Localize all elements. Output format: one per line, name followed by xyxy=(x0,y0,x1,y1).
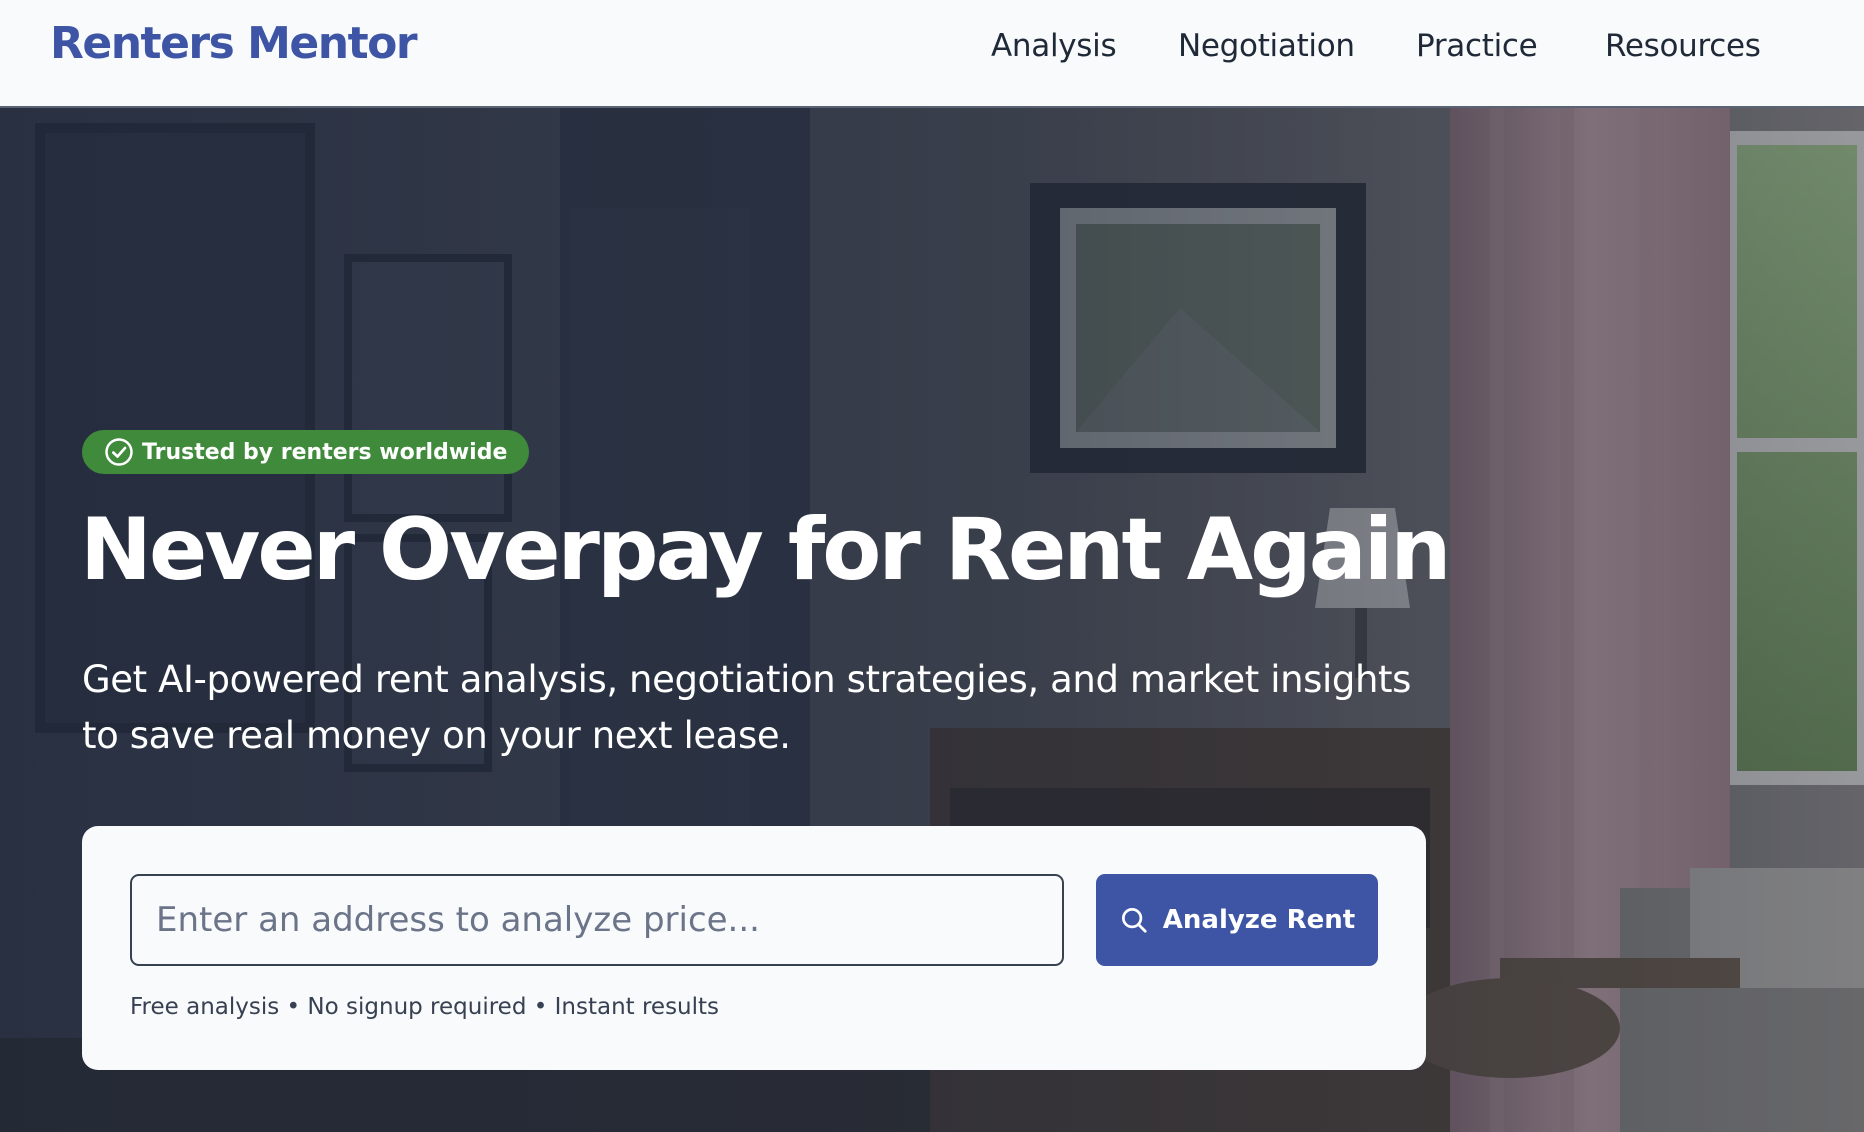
hero-headline: Never Overpay for Rent Again xyxy=(80,500,1451,600)
nav-analysis[interactable]: Analysis xyxy=(991,28,1117,64)
check-circle-icon xyxy=(105,438,133,466)
site-header: Renters Mentor Analysis Negotiation Prac… xyxy=(0,0,1864,108)
hero-subhead: Get AI-powered rent analysis, negotiatio… xyxy=(82,652,1482,764)
nav-resources[interactable]: Resources xyxy=(1605,28,1761,64)
search-note: Free analysis • No signup required • Ins… xyxy=(130,994,720,1020)
nav-practice[interactable]: Practice xyxy=(1416,28,1538,64)
hero-subhead-line-2: to save real money on your next lease. xyxy=(82,714,791,757)
hero-subhead-line-1: Get AI-powered rent analysis, negotiatio… xyxy=(82,658,1411,701)
nav-negotiation[interactable]: Negotiation xyxy=(1178,28,1355,64)
analyze-rent-label: Analyze Rent xyxy=(1162,905,1356,935)
address-search-input[interactable] xyxy=(130,874,1064,966)
trust-badge: Trusted by renters worldwide xyxy=(82,430,530,474)
trust-badge-label: Trusted by renters worldwide xyxy=(142,439,508,465)
hero-section: Trusted by renters worldwide Never Overp… xyxy=(0,108,1864,1132)
main-nav: Analysis Negotiation Practice Resources xyxy=(0,0,1864,106)
search-icon xyxy=(1121,908,1147,933)
search-card: Analyze Rent Free analysis • No signup r… xyxy=(82,826,1426,1070)
analyze-rent-button[interactable]: Analyze Rent xyxy=(1096,874,1378,966)
